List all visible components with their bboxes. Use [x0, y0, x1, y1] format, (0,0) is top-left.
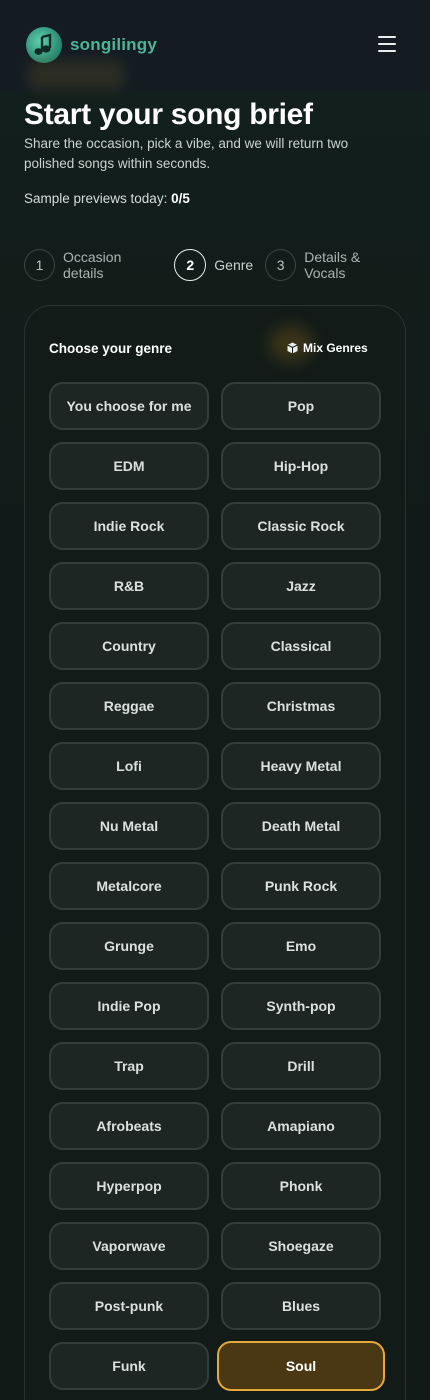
mix-genres-button[interactable]: Mix Genres — [287, 341, 368, 355]
genre-option-shoegaze[interactable]: Shoegaze — [221, 1222, 381, 1270]
genre-option-christmas[interactable]: Christmas — [221, 682, 381, 730]
step-number: 1 — [24, 249, 55, 281]
genre-option-punk-rock[interactable]: Punk Rock — [221, 862, 381, 910]
genre-option-reggae[interactable]: Reggae — [49, 682, 209, 730]
genre-option-you-choose-for-me[interactable]: You choose for me — [49, 382, 209, 430]
genre-heading: Choose your genre — [49, 341, 173, 356]
genre-option-drill[interactable]: Drill — [221, 1042, 381, 1090]
genre-card: Choose your genre Mix Genres You choose … — [24, 305, 406, 1400]
sample-previews: Sample previews today: 0/5 — [24, 191, 190, 206]
genre-option-jazz[interactable]: Jazz — [221, 562, 381, 610]
genre-option-amapiano[interactable]: Amapiano — [221, 1102, 381, 1150]
genre-option-pop[interactable]: Pop — [221, 382, 381, 430]
logo[interactable]: songilingy — [26, 27, 157, 63]
genre-option-metalcore[interactable]: Metalcore — [49, 862, 209, 910]
genre-option-edm[interactable]: EDM — [49, 442, 209, 490]
genre-option-trap[interactable]: Trap — [49, 1042, 209, 1090]
genre-option-grunge[interactable]: Grunge — [49, 922, 209, 970]
mix-genres-label: Mix Genres — [303, 341, 368, 355]
genre-option-funk[interactable]: Funk — [49, 1342, 209, 1390]
genre-option-post-punk[interactable]: Post-punk — [49, 1282, 209, 1330]
music-note-icon — [26, 27, 62, 63]
genre-option-blues[interactable]: Blues — [221, 1282, 381, 1330]
genre-option-r-b[interactable]: R&B — [49, 562, 209, 610]
genre-option-heavy-metal[interactable]: Heavy Metal — [221, 742, 381, 790]
genre-option-vaporwave[interactable]: Vaporwave — [49, 1222, 209, 1270]
step-label: Occasion details — [63, 249, 122, 281]
cube-icon — [287, 342, 298, 354]
genre-option-lofi[interactable]: Lofi — [49, 742, 209, 790]
sample-previews-count: 0/5 — [171, 191, 190, 206]
hamburger-menu-icon[interactable] — [378, 36, 396, 52]
genre-option-soul[interactable]: Soul — [217, 1341, 385, 1391]
genre-option-emo[interactable]: Emo — [221, 922, 381, 970]
genre-option-country[interactable]: Country — [49, 622, 209, 670]
genre-option-synth-pop[interactable]: Synth-pop — [221, 982, 381, 1030]
genre-grid: You choose for me Pop EDM Hip-Hop Indie Rock… — [49, 382, 385, 1391]
genre-option-nu-metal[interactable]: Nu Metal — [49, 802, 209, 850]
step-label: Genre — [214, 257, 254, 273]
sample-previews-label: Sample previews today: — [24, 191, 168, 206]
genre-option-classic-rock[interactable]: Classic Rock — [221, 502, 381, 550]
step-label: Details & Vocals — [304, 249, 361, 281]
genre-option-phonk[interactable]: Phonk — [221, 1162, 381, 1210]
step-occasion-details[interactable]: 1 Occasion details — [24, 249, 162, 281]
step-indicator: 1 Occasion details 2 Genre 3 Details & V… — [24, 249, 414, 281]
decorative-glow — [28, 60, 124, 90]
genre-option-hip-hop[interactable]: Hip-Hop — [221, 442, 381, 490]
genre-option-classical[interactable]: Classical — [221, 622, 381, 670]
step-details-vocals[interactable]: 3 Details & Vocals — [265, 249, 402, 281]
step-genre[interactable]: 2 Genre — [174, 249, 253, 281]
genre-option-hyperpop[interactable]: Hyperpop — [49, 1162, 209, 1210]
step-number: 3 — [265, 249, 297, 281]
page: songilingy Start your song brief Share t… — [0, 0, 430, 1400]
brand-name: songilingy — [70, 35, 157, 54]
page-title: Start your song brief — [24, 98, 313, 131]
genre-option-indie-pop[interactable]: Indie Pop — [49, 982, 209, 1030]
genre-option-death-metal[interactable]: Death Metal — [221, 802, 381, 850]
step-number: 2 — [174, 249, 207, 281]
page-subtitle: Share the occasion, pick a vibe, and we … — [24, 136, 349, 171]
genre-option-afrobeats[interactable]: Afrobeats — [49, 1102, 209, 1150]
genre-option-indie-rock[interactable]: Indie Rock — [49, 502, 209, 550]
